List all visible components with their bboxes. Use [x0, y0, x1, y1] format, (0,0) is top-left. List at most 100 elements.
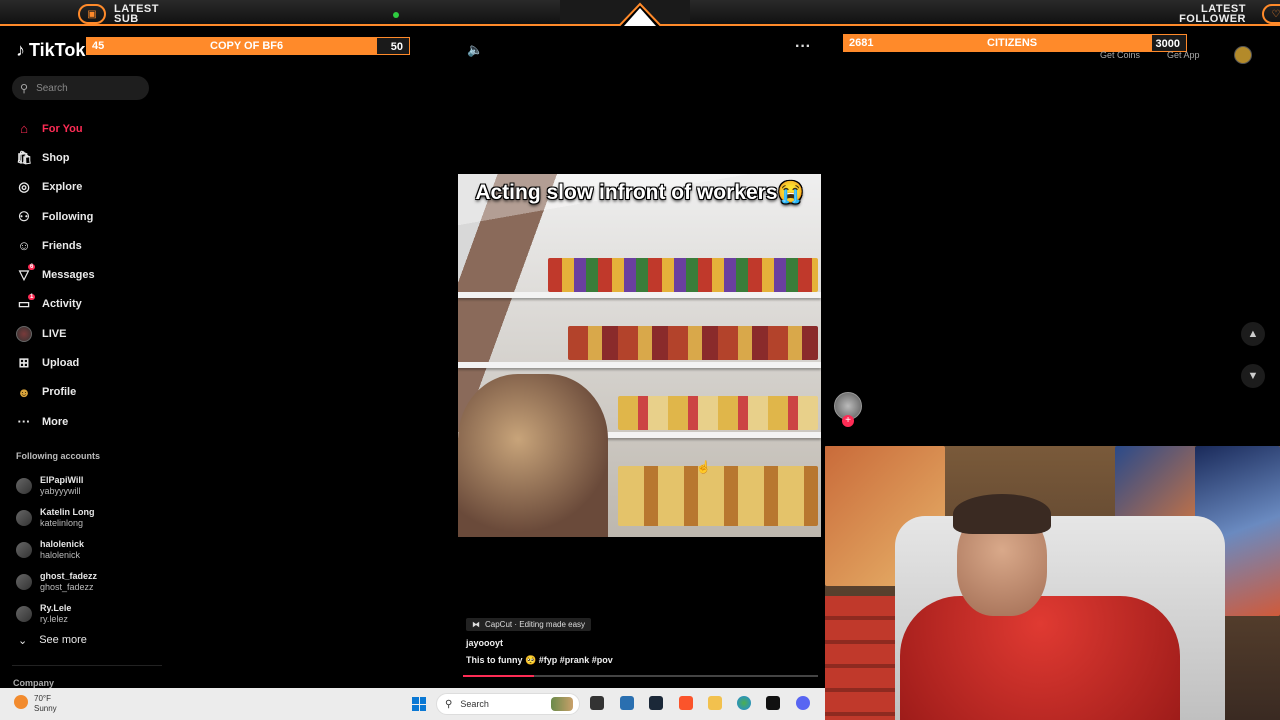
see-more-button[interactable]: ⌄ See more	[18, 634, 87, 647]
profile-icon: ☻	[17, 384, 31, 400]
upload-icon: ⊞	[18, 355, 30, 371]
following-account[interactable]: Katelin Long katelinlong	[16, 502, 156, 534]
search-placeholder: Search	[36, 82, 68, 94]
get-app-button[interactable]: Get App	[1167, 50, 1200, 60]
account-name: ghost_fadezz	[40, 571, 98, 581]
sidebar-item-more[interactable]: ··· More	[16, 407, 156, 436]
follower-goal-target: 3000	[1155, 38, 1180, 50]
capcut-icon: ⧓	[472, 620, 480, 629]
video-author[interactable]: jayoooyt	[466, 638, 503, 648]
tiktok-logo[interactable]: ♪ TikTok	[16, 40, 85, 61]
nav-label: More	[42, 415, 69, 428]
search-input[interactable]: ⚲ Search	[12, 76, 149, 100]
sidebar-item-profile[interactable]: ☻ Profile	[16, 378, 156, 407]
video-shelf	[458, 292, 821, 298]
video-progress-fill	[463, 675, 534, 677]
next-video-button[interactable]: ▼	[1241, 364, 1265, 388]
nav-label: Friends	[42, 239, 82, 252]
video-progress-bar[interactable]	[463, 675, 818, 677]
more-options-icon[interactable]: ···	[795, 38, 811, 56]
app-icon[interactable]	[620, 696, 634, 710]
tiktok-app-icon[interactable]	[766, 696, 780, 710]
following-icon: ⚇	[18, 208, 30, 224]
discord-icon[interactable]	[796, 696, 810, 710]
video-goods	[548, 258, 818, 292]
nav-label: Following	[42, 210, 94, 223]
video-player[interactable]: Acting slow infront of workers😭	[458, 174, 821, 537]
heart-icon: ♡	[1262, 4, 1280, 24]
browser-icon[interactable]	[737, 696, 751, 710]
following-account[interactable]: ElPapiWill yabyyywill	[16, 470, 156, 502]
previous-video-button[interactable]: ▲	[1241, 322, 1265, 346]
see-more-label: See more	[39, 634, 87, 646]
webcam-person-hair	[953, 494, 1051, 534]
follow-plus-icon[interactable]: +	[842, 415, 854, 427]
following-account[interactable]: halolenick halolenick	[16, 534, 156, 566]
company-link[interactable]: Company	[13, 678, 54, 688]
logo-text: TikTok	[29, 40, 86, 60]
nav-label: Messages	[42, 269, 95, 282]
search-icon: ⚲	[445, 698, 453, 710]
webcam-feed	[825, 446, 1280, 720]
chevron-down-icon: ▼	[1247, 370, 1259, 382]
latest-follower-line2: FOLLOWER	[1179, 13, 1246, 25]
latest-follower-label: LATEST FOLLOWER	[1176, 4, 1246, 25]
video-caption: Acting slow infront of workers😭	[475, 181, 804, 204]
following-account[interactable]: ghost_fadezz ghost_fadezz	[16, 566, 156, 598]
sidebar-item-live[interactable]: LIVE	[16, 319, 156, 348]
account-name: Ry.Lele	[40, 603, 72, 613]
windows-taskbar: 70°F Sunny ⚲ Search	[0, 688, 825, 720]
sidebar-item-for-you[interactable]: ⌂ For You	[16, 114, 156, 143]
sidebar-item-upload[interactable]: ⊞ Upload	[16, 348, 156, 377]
account-username: halolenick	[40, 550, 81, 560]
sidebar-item-following[interactable]: ⚇ Following	[16, 202, 156, 231]
windows-start-icon[interactable]	[412, 697, 426, 711]
nav-label: LIVE	[42, 327, 67, 340]
account-name: Katelin Long	[40, 507, 95, 517]
sidebar-item-friends[interactable]: ☺ Friends	[16, 231, 156, 260]
nav-label: Explore	[42, 181, 83, 194]
sidebar-item-messages[interactable]: ▽ 6 Messages	[16, 260, 156, 289]
volume-icon[interactable]: 🔈	[467, 42, 483, 58]
following-account[interactable]: Ry.Lele ry.lelez	[16, 598, 156, 630]
sidebar-item-activity[interactable]: ▭ 1 Activity	[16, 290, 156, 319]
brave-icon[interactable]	[679, 696, 693, 710]
following-accounts-title: Following accounts	[16, 451, 101, 461]
file-explorer-icon[interactable]	[708, 696, 722, 710]
video-goods	[568, 326, 818, 360]
chevron-up-icon: ▲	[1247, 328, 1259, 340]
capcut-label: CapCut · Editing made easy	[485, 620, 586, 629]
capcut-tag[interactable]: ⧓ CapCut · Editing made easy	[466, 618, 592, 631]
task-view-icon[interactable]	[590, 696, 604, 710]
follower-goal-current: 2681	[849, 37, 874, 49]
chevron-down-icon: ⌄	[18, 635, 28, 647]
account-username: katelinlong	[40, 518, 84, 528]
account-name: halolenick	[40, 539, 85, 549]
steam-icon[interactable]	[649, 696, 663, 710]
more-icon: ···	[17, 414, 31, 430]
avatar	[16, 510, 32, 526]
live-icon	[16, 325, 32, 342]
avatar	[16, 606, 32, 622]
taskbar-search[interactable]: ⚲ Search	[436, 693, 580, 715]
weather-desc[interactable]: Sunny	[34, 704, 57, 713]
status-dot	[393, 12, 399, 18]
webcam-person-hoodie	[900, 596, 1180, 720]
video-goods	[618, 396, 818, 430]
account-name: ElPapiWill	[40, 475, 84, 485]
sidebar-item-explore[interactable]: ◎ Explore	[16, 173, 156, 202]
weather-temp[interactable]: 70°F	[34, 694, 51, 703]
account-username: ghost_fadezz	[40, 582, 94, 592]
sub-goal-target-box: 50	[376, 37, 410, 55]
subscriber-icon: ▣	[78, 4, 106, 24]
video-description: This to funny 🥺 #fyp #prank #pov	[466, 655, 613, 665]
nav-label: Upload	[42, 357, 80, 370]
activity-badge: 1	[28, 293, 36, 300]
profile-avatar[interactable]	[1234, 46, 1252, 64]
nav-label: For You	[42, 122, 83, 135]
sidebar-item-shop[interactable]: 🛍 Shop	[16, 143, 156, 172]
weather-sun-icon[interactable]	[14, 695, 28, 709]
mouse-cursor-icon: ☝	[696, 460, 711, 474]
avatar	[16, 478, 32, 494]
get-coins-button[interactable]: Get Coins	[1100, 50, 1140, 60]
